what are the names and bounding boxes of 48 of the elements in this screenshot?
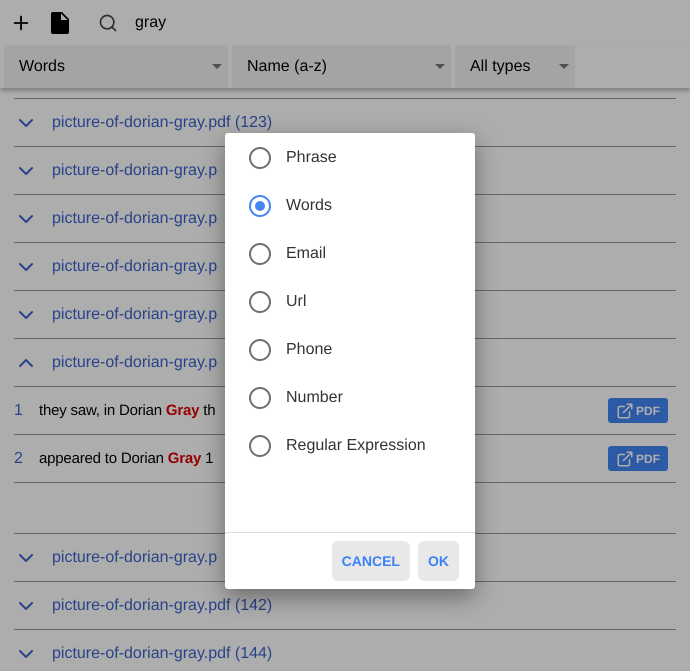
match-number: 1 <box>14 402 24 420</box>
radio-option[interactable]: Phone <box>225 326 475 374</box>
radio-option[interactable]: Words <box>225 182 475 230</box>
search-field[interactable]: gray <box>135 14 166 32</box>
dropdown-caret-icon <box>212 64 222 69</box>
radio-button[interactable] <box>249 147 271 169</box>
file-title[interactable]: picture-of-dorian-gray.p <box>52 306 218 324</box>
match-snippet: appeared to Dorian Gray 1 <box>39 450 214 467</box>
radio-option[interactable]: Number <box>225 374 475 422</box>
external-link-icon <box>616 450 634 468</box>
radio-button[interactable] <box>249 387 271 409</box>
search-icon[interactable] <box>98 12 118 32</box>
file-title[interactable]: picture-of-dorian-gray.p <box>52 258 218 276</box>
file-title[interactable]: picture-of-dorian-gray.p <box>52 354 218 372</box>
dropdown-caret-icon <box>559 64 569 69</box>
file-title[interactable]: picture-of-dorian-gray.p <box>52 162 218 180</box>
radio-button[interactable] <box>249 243 271 265</box>
file-title[interactable]: picture-of-dorian-gray.p <box>52 548 218 566</box>
match-number: 2 <box>14 450 24 468</box>
option-label: Phone <box>286 341 332 359</box>
filter-dropdown[interactable]: All types <box>455 45 575 88</box>
radio-option[interactable]: Regular Expression <box>225 422 475 470</box>
radio-option[interactable]: Email <box>225 230 475 278</box>
open-pdf-button[interactable]: PDF <box>608 446 668 471</box>
file-title[interactable]: picture-of-dorian-gray.pdf (144) <box>52 644 272 662</box>
radio-button[interactable] <box>249 339 271 361</box>
option-label: Url <box>286 293 306 311</box>
match-snippet: they saw, in Dorian Gray th <box>39 402 216 419</box>
radio-button[interactable] <box>249 195 271 217</box>
option-label: Regular Expression <box>286 437 426 455</box>
radio-option[interactable]: Phrase <box>225 134 475 182</box>
filter-dropdown[interactable]: Name (a-z) <box>232 45 451 88</box>
option-label: Number <box>286 389 343 407</box>
file-title[interactable]: picture-of-dorian-gray.p <box>52 210 218 228</box>
option-label: Phrase <box>286 149 337 167</box>
filter-dropdown[interactable]: Words <box>4 45 228 88</box>
file-title[interactable]: picture-of-dorian-gray.pdf (142) <box>52 596 272 614</box>
file-title[interactable]: picture-of-dorian-gray.pdf (123) <box>52 114 272 132</box>
option-label: Email <box>286 245 326 263</box>
dialog-button[interactable]: OK <box>418 541 459 581</box>
dialog-button[interactable]: CANCEL <box>332 541 410 581</box>
option-label: Words <box>286 197 332 215</box>
open-pdf-button[interactable]: PDF <box>608 398 668 423</box>
external-link-icon <box>616 402 634 420</box>
radio-button[interactable] <box>249 435 271 457</box>
radio-button[interactable] <box>249 291 271 313</box>
dropdown-caret-icon <box>435 64 445 69</box>
radio-option[interactable]: Url <box>225 278 475 326</box>
